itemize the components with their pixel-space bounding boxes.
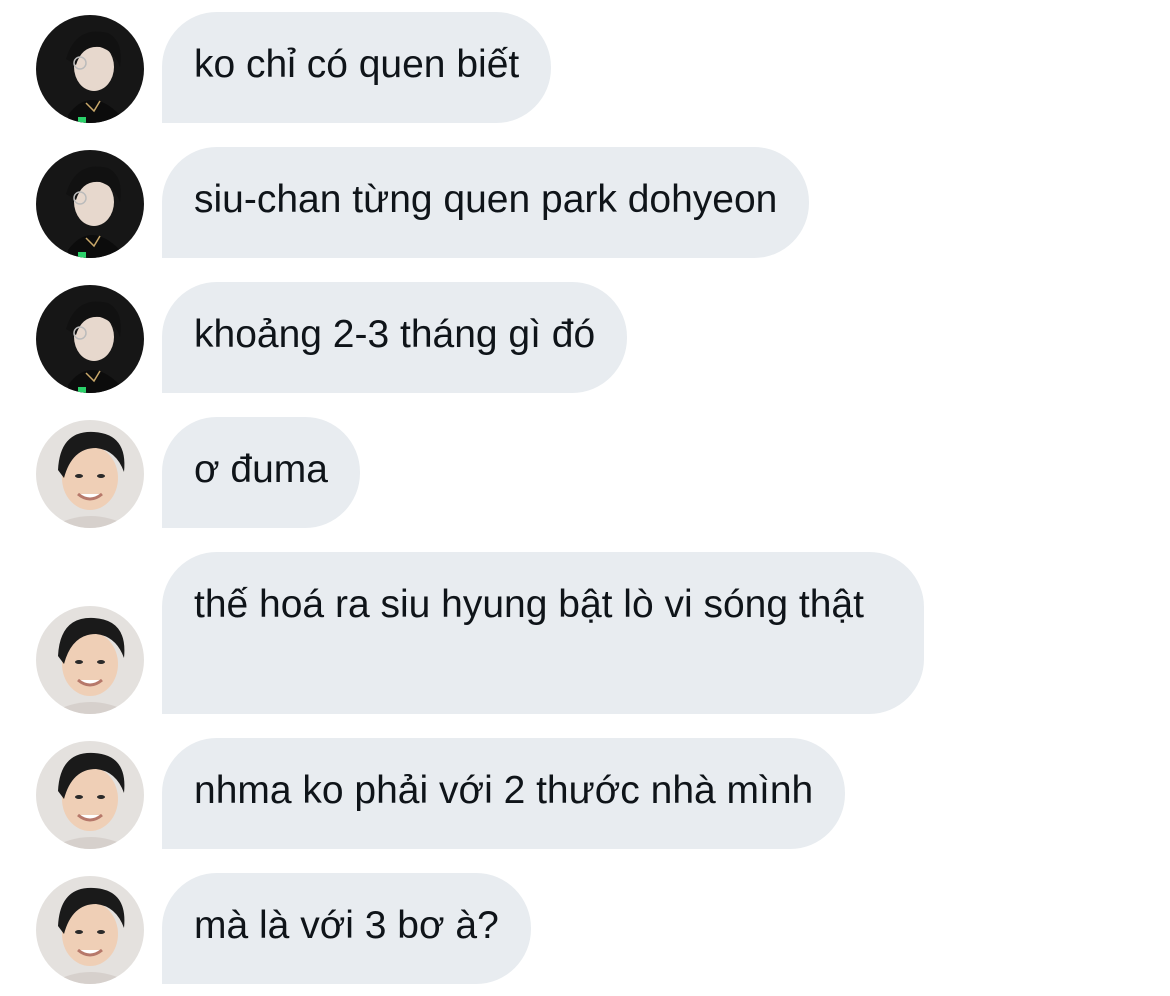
message-bubble[interactable]: khoảng 2-3 tháng gì đó bbox=[162, 282, 628, 393]
message-text: thế hoá ra siu hyung bật lò vi sóng thật bbox=[194, 583, 864, 626]
avatar-other[interactable] bbox=[36, 741, 144, 849]
avatar-siu[interactable] bbox=[36, 150, 144, 258]
avatar-other-image bbox=[36, 606, 144, 714]
message-text: nhma ko phải với 2 thước nhà mình bbox=[194, 769, 814, 812]
message-text: ơ đuma bbox=[194, 448, 328, 491]
message-text: ko chỉ có quen biết bbox=[194, 43, 520, 86]
message-bubble[interactable]: siu-chan từng quen park dohyeon bbox=[162, 147, 810, 258]
message-bubble[interactable]: ko chỉ có quen biết bbox=[162, 12, 552, 123]
message-bubble[interactable]: nhma ko phải với 2 thước nhà mình bbox=[162, 738, 846, 849]
avatar-other-image bbox=[36, 420, 144, 528]
message-bubble[interactable]: thế hoá ra siu hyung bật lò vi sóng thật bbox=[162, 552, 924, 714]
message-bubble[interactable]: ơ đuma bbox=[162, 417, 360, 528]
avatar-other[interactable] bbox=[36, 876, 144, 984]
avatar-other-image bbox=[36, 876, 144, 984]
message-text: khoảng 2-3 tháng gì đó bbox=[194, 313, 596, 356]
avatar-other[interactable] bbox=[36, 606, 144, 714]
avatar-siu-image bbox=[36, 285, 144, 393]
avatar-other-image bbox=[36, 741, 144, 849]
avatar-other[interactable] bbox=[36, 420, 144, 528]
message-text: mà là với 3 bơ à? bbox=[194, 904, 499, 947]
avatar-siu[interactable] bbox=[36, 15, 144, 123]
avatar-siu[interactable] bbox=[36, 285, 144, 393]
message-bubble[interactable]: mà là với 3 bơ à? bbox=[162, 873, 531, 984]
avatar-siu-image bbox=[36, 15, 144, 123]
message-text: siu-chan từng quen park dohyeon bbox=[194, 178, 778, 221]
avatar-siu-image bbox=[36, 150, 144, 258]
